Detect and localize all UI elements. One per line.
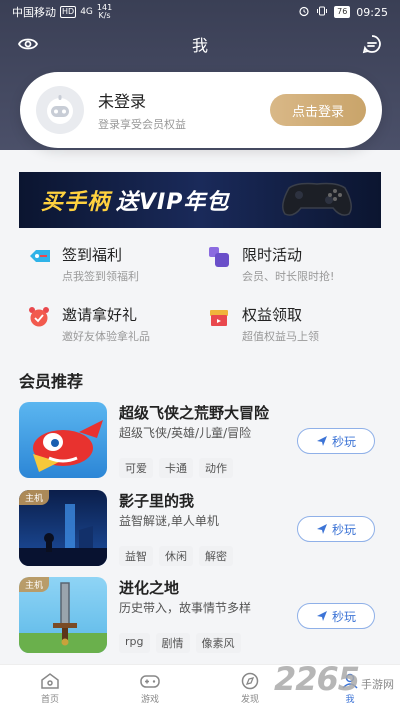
top-nav: 我 [0,28,400,60]
game-tag: 休闲 [159,546,193,566]
status-bar: 中国移动 HD 4G 141 K/s 76 09:25 [0,0,400,24]
gamepad-image [277,176,357,224]
login-card: 未登录 登录享受会员权益 点击登录 [20,72,382,148]
carrier-label: 中国移动 [12,6,56,19]
network-speed: 141 K/s [97,4,112,20]
feature-subtitle: 邀好友体验拿礼品 [62,330,150,343]
avatar[interactable] [36,86,84,134]
robot-avatar-icon [47,95,73,124]
game-tags: 可爱 卡通 动作 [119,458,233,478]
game-tag: rpg [119,633,150,653]
game-tag: 动作 [199,458,233,478]
banner-main-text: 送VIP年包 [116,190,230,215]
battery-icon: 76 [334,6,351,18]
login-status-title: 未登录 [98,92,147,111]
game-tag: 卡通 [159,458,193,478]
hd-badge: HD [60,6,77,18]
game-tags: rpg 剧情 像素风 [119,633,241,653]
feature-signin[interactable]: 签到福利 点我签到领福利 [20,240,190,290]
game-tag: 益智 [119,546,153,566]
game-item[interactable]: 主机 影子里的我 益智解谜,单人单机 益智 休闲 解密 秒玩 [19,490,381,566]
game-item[interactable]: 超级飞侠之荒野大冒险 超级飞侠/英雄/儿童/冒险 可爱 卡通 动作 秒玩 [19,402,381,478]
speed-unit: K/s [98,11,111,20]
feature-subtitle: 超值权益马上领 [242,330,319,343]
instant-play-button[interactable]: 秒玩 [297,516,375,542]
game-name: 超级飞侠之荒野大冒险 [119,404,270,422]
ticket-icon [28,246,50,268]
send-icon [316,524,327,534]
tab-label: 游戏 [140,694,159,705]
tab-home[interactable]: 首页 [0,665,100,711]
host-badge: 主机 [19,577,50,592]
gamepad-icon [140,674,160,688]
send-icon [316,611,327,621]
apps-icon [208,246,230,268]
feature-rights[interactable]: 权益领取 超值权益马上领 [200,300,370,350]
feature-title: 限时活动 [242,246,303,264]
plane-character-image [33,420,103,472]
feature-subtitle: 点我签到领福利 [62,270,139,283]
game-thumbnail[interactable]: 主机 [19,577,107,653]
watermark-number: 2265 [273,660,360,698]
login-button[interactable]: 点击登录 [270,94,366,126]
promo-banner[interactable]: 买手柄 送VIP年包 [19,172,381,228]
vibrate-status-icon [316,5,328,20]
game-tag: 解密 [199,546,233,566]
game-thumbnail[interactable]: 主机 [19,490,107,566]
section-title: 会员推荐 [19,372,84,391]
host-badge: 主机 [19,490,50,505]
message-icon[interactable] [360,32,384,56]
game-name: 进化之地 [119,579,180,597]
feature-subtitle: 会员、时长限时抢! [242,270,335,283]
game-name: 影子里的我 [119,492,195,510]
watermark-text: 手游网 [361,678,394,691]
game-description: 超级飞侠/英雄/儿童/冒险 [119,426,252,440]
game-tag: 可爱 [119,458,153,478]
network-label: 4G [80,7,93,17]
game-tag: 剧情 [155,633,190,653]
play-button-label: 秒玩 [331,609,356,624]
gift-box-icon [208,306,230,328]
game-item[interactable]: 主机 进化之地 历史带入，故事情节多样 rpg 剧情 像素风 秒玩 [19,577,381,653]
tab-label: 首页 [40,694,59,705]
alarm-clock-icon [28,306,50,328]
eye-icon[interactable] [16,32,40,56]
game-tag: 像素风 [195,633,241,653]
home-icon [41,672,59,689]
play-button-label: 秒玩 [331,434,356,449]
alarm-status-icon [298,5,310,20]
feature-title: 邀请拿好礼 [62,306,138,324]
site-watermark: 2265 手游网 [274,660,394,698]
login-subtitle: 登录享受会员权益 [98,118,186,131]
tab-label: 发现 [240,694,259,705]
banner-text: 买手柄 送VIP年包 [41,184,229,216]
send-icon [316,436,327,446]
game-description: 历史带入，故事情节多样 [119,601,252,615]
clock: 09:25 [356,5,388,19]
feature-title: 签到福利 [62,246,123,264]
banner-accent-text: 买手柄 [41,190,111,215]
feature-invite[interactable]: 邀请拿好礼 邀好友体验拿礼品 [20,300,190,350]
page-title: 我 [191,36,208,55]
feature-title: 权益领取 [242,306,303,324]
compass-icon [241,672,259,689]
instant-play-button[interactable]: 秒玩 [297,428,375,454]
game-tags: 益智 休闲 解密 [119,546,233,566]
feature-limited-event[interactable]: 限时活动 会员、时长限时抢! [200,240,370,290]
instant-play-button[interactable]: 秒玩 [297,603,375,629]
game-thumbnail[interactable] [19,402,107,478]
play-button-label: 秒玩 [331,522,356,537]
tab-games[interactable]: 游戏 [100,665,200,711]
game-description: 益智解谜,单人单机 [119,514,219,528]
